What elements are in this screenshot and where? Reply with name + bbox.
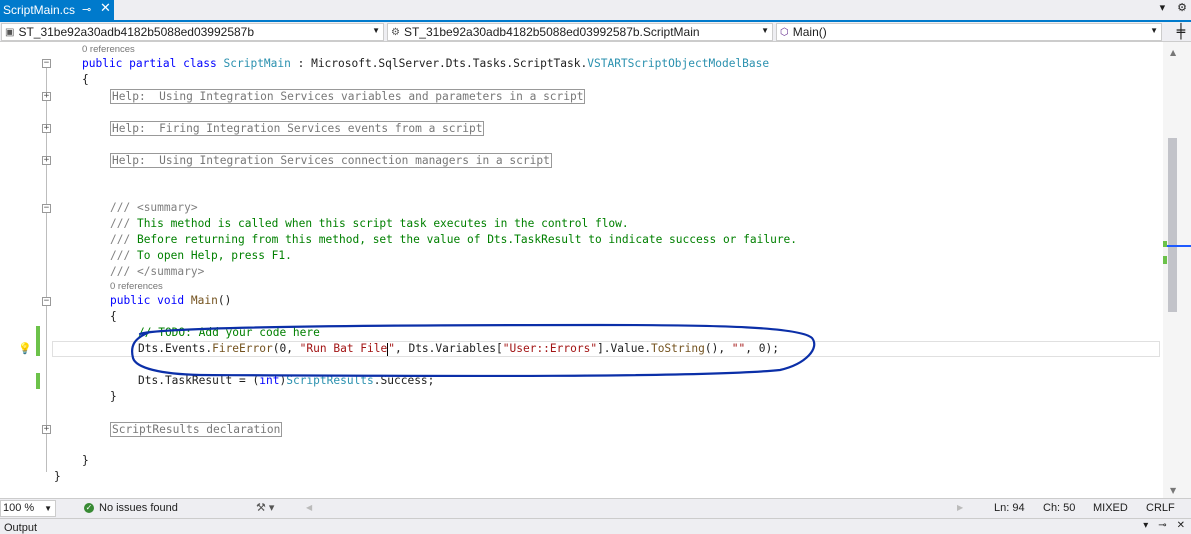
chevron-down-icon: ▼ bbox=[44, 504, 52, 513]
navigation-bar: ▣ ST_31be92a30adb4182b5088ed03992587b ▼ … bbox=[0, 22, 1191, 42]
code-line: Dts.Events.FireError(0, "Run Bat File", … bbox=[138, 342, 779, 356]
zoom-value: 100 % bbox=[3, 502, 35, 514]
code-line: } bbox=[110, 390, 117, 403]
code-line: Dts.TaskResult = (int)ScriptResults.Succ… bbox=[138, 374, 435, 387]
column-number[interactable]: Ch: 50 bbox=[1043, 502, 1075, 514]
code-lens-references[interactable]: 0 references bbox=[82, 44, 135, 55]
checkmark-icon: ✓ bbox=[84, 503, 94, 513]
class-dropdown-label: ST_31be92a30adb4182b5088ed03992587b.Scri… bbox=[403, 25, 700, 39]
chevron-down-icon: ▼ bbox=[761, 26, 769, 35]
code-line: // TODO: Add your code here bbox=[138, 326, 320, 339]
code-line: public void Main() bbox=[110, 294, 232, 307]
collapsed-region[interactable]: ScriptResults declaration bbox=[110, 422, 283, 437]
code-line: ScriptResults declaration bbox=[0, 422, 1163, 438]
code-line: { bbox=[82, 73, 89, 86]
tab-scriptmain[interactable]: ScriptMain.cs ⊸ ✕ bbox=[0, 0, 114, 20]
output-panel-header: Output ▾ ⊸ ✕ bbox=[0, 518, 1191, 534]
line-number[interactable]: Ln: 94 bbox=[994, 502, 1025, 514]
caret-position-marker bbox=[1163, 245, 1191, 247]
issues-indicator[interactable]: ✓ No issues found bbox=[84, 502, 178, 514]
code-line: Help: Using Integration Services variabl… bbox=[0, 89, 1163, 105]
code-line: public partial class ScriptMain : Micros… bbox=[82, 57, 770, 70]
chevron-down-icon[interactable]: ▾ bbox=[1143, 520, 1148, 531]
code-line: /// </summary> bbox=[110, 265, 205, 278]
tab-title: ScriptMain.cs bbox=[3, 3, 76, 17]
output-panel-controls: ▾ ⊸ ✕ bbox=[1143, 520, 1185, 531]
scrollbar-thumb[interactable] bbox=[1168, 138, 1177, 312]
zoom-dropdown[interactable]: 100 % ▼ bbox=[0, 500, 56, 517]
project-dropdown-label: ST_31be92a30adb4182b5088ed03992587b bbox=[18, 25, 255, 39]
scroll-right-icon[interactable]: ▶ bbox=[957, 503, 963, 512]
code-line: } bbox=[82, 454, 89, 467]
code-cleanup-brush-icon[interactable]: ⚒ ▾ bbox=[256, 501, 274, 514]
code-lens-references[interactable]: 0 references bbox=[110, 281, 163, 292]
class-icon: ⚙ bbox=[391, 26, 400, 38]
output-title: Output bbox=[4, 522, 38, 534]
member-dropdown[interactable]: ⬡ Main() ▼ bbox=[776, 23, 1162, 41]
scroll-up-icon[interactable]: ▲ bbox=[1170, 48, 1176, 57]
project-dropdown[interactable]: ▣ ST_31be92a30adb4182b5088ed03992587b ▼ bbox=[1, 23, 384, 41]
close-icon[interactable]: ✕ bbox=[100, 1, 111, 16]
line-ending[interactable]: CRLF bbox=[1146, 502, 1175, 514]
collapsed-region[interactable]: Help: Using Integration Services connect… bbox=[110, 153, 552, 168]
member-dropdown-label: Main() bbox=[792, 25, 827, 39]
collapsed-region[interactable]: Help: Using Integration Services variabl… bbox=[110, 89, 586, 104]
split-window-icon[interactable]: ╪ bbox=[1171, 22, 1191, 42]
csharp-project-icon: ▣ bbox=[5, 26, 15, 38]
class-dropdown[interactable]: ⚙ ST_31be92a30adb4182b5088ed03992587b.Sc… bbox=[387, 23, 773, 41]
code-line: { bbox=[110, 310, 117, 323]
code-line: Help: Using Integration Services connect… bbox=[0, 153, 1163, 169]
change-marker bbox=[1163, 256, 1167, 264]
vertical-scrollbar[interactable]: ▲ ▼ bbox=[1163, 42, 1191, 498]
scroll-down-icon[interactable]: ▼ bbox=[1170, 486, 1176, 495]
settings-gear-icon[interactable]: ⚙ bbox=[1177, 1, 1187, 14]
pin-icon[interactable]: ⊸ bbox=[1158, 520, 1166, 531]
code-line: Help: Firing Integration Services events… bbox=[0, 121, 1163, 137]
issues-label: No issues found bbox=[99, 502, 178, 514]
code-line: /// To open Help, press F1. bbox=[110, 249, 292, 262]
editor-status-bar: 100 % ▼ ✓ No issues found ⚒ ▾ ◀ ▶ Ln: 94… bbox=[0, 498, 1191, 518]
scroll-left-icon[interactable]: ◀ bbox=[306, 503, 312, 512]
code-line: /// <summary> bbox=[110, 201, 198, 214]
code-line: } bbox=[54, 470, 61, 483]
document-tab-strip: ScriptMain.cs ⊸ ✕ ▾ ⚙ bbox=[0, 0, 1191, 22]
chevron-down-icon: ▼ bbox=[372, 26, 380, 35]
code-line: /// Before returning from this method, s… bbox=[110, 233, 798, 246]
code-line: /// This method is called when this scri… bbox=[110, 217, 629, 230]
change-marker bbox=[1163, 241, 1167, 247]
tabs-mode[interactable]: MIXED bbox=[1093, 502, 1128, 514]
collapsed-region[interactable]: Help: Firing Integration Services events… bbox=[110, 121, 485, 136]
method-icon: ⬡ bbox=[780, 26, 789, 38]
code-editor[interactable]: 0 references − public partial class Scri… bbox=[0, 42, 1163, 498]
tab-list-dropdown-icon[interactable]: ▾ bbox=[1160, 1, 1166, 14]
pin-icon[interactable]: ⊸ bbox=[82, 3, 91, 16]
close-icon[interactable]: ✕ bbox=[1177, 520, 1185, 531]
chevron-down-icon: ▼ bbox=[1150, 26, 1158, 35]
tab-strip-controls: ▾ ⚙ bbox=[1160, 1, 1187, 14]
